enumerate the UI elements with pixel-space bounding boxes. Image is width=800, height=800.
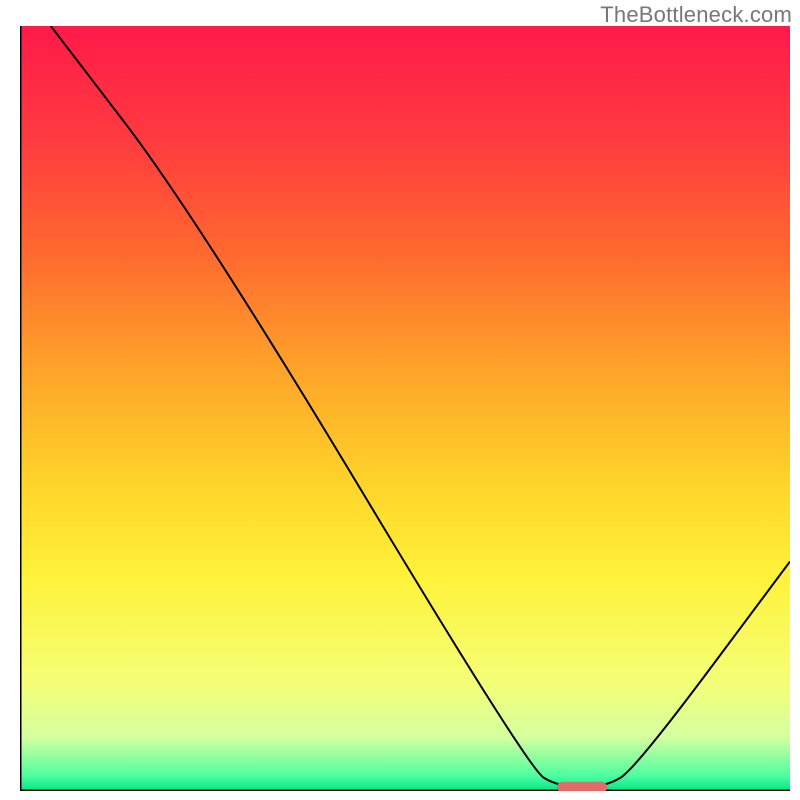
- chart-stage: TheBottleneck.com: [0, 0, 800, 800]
- plot-area: [20, 26, 790, 791]
- gradient-background: [20, 26, 790, 791]
- highlight-pill-marker: [557, 782, 607, 791]
- plot-svg: [20, 26, 790, 791]
- watermark-text: TheBottleneck.com: [600, 2, 792, 28]
